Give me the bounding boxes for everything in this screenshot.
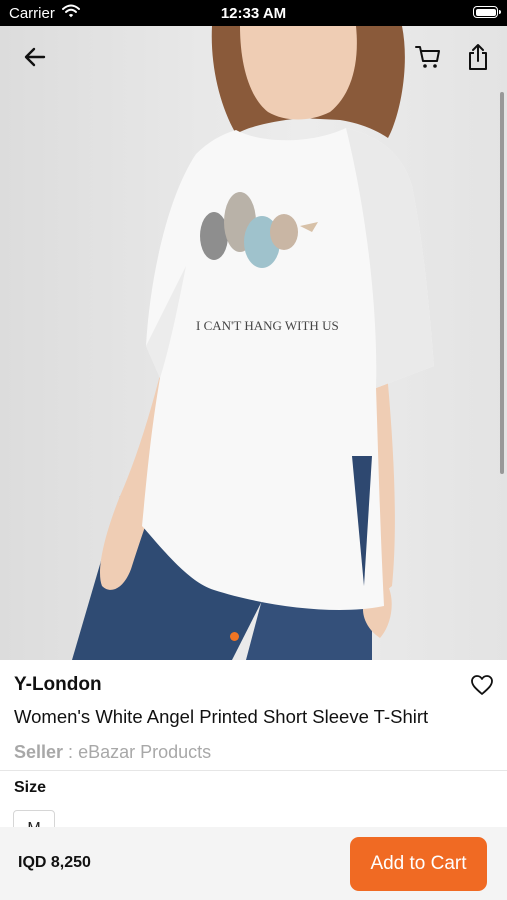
clock: 12:33 AM xyxy=(220,5,287,22)
share-button[interactable] xyxy=(461,40,495,74)
product-image[interactable]: I CAN'T HANG WITH US xyxy=(0,26,507,660)
cart-icon xyxy=(415,46,440,68)
seller-info: Seller : eBazar Products xyxy=(14,742,211,763)
arrow-left-icon xyxy=(24,47,46,67)
product-photo: I CAN'T HANG WITH US xyxy=(72,26,434,660)
cart-button[interactable] xyxy=(411,40,445,74)
seller-separator: : xyxy=(63,742,79,762)
share-icon xyxy=(469,44,487,70)
brand-name: Y-London xyxy=(14,674,102,695)
heart-outline-icon xyxy=(471,675,493,695)
price-label: IQD 8,250 xyxy=(18,854,91,871)
svg-text:I CAN'T HANG WITH US: I CAN'T HANG WITH US xyxy=(196,318,339,333)
size-heading: Size xyxy=(14,779,47,796)
add-to-cart-button[interactable]: Add to Cart xyxy=(350,837,487,891)
gallery-page-dot[interactable] xyxy=(230,632,239,641)
scroll-indicator[interactable] xyxy=(500,92,504,474)
product-title: Women's White Angel Printed Short Sleeve… xyxy=(14,706,429,727)
bottom-bar: IQD 8,250 Add to Cart xyxy=(0,827,507,900)
seller-name[interactable]: eBazar Products xyxy=(78,742,211,762)
status-bar: Carrier 12:33 AM xyxy=(0,0,507,26)
seller-label: Seller xyxy=(14,742,64,762)
back-button[interactable] xyxy=(18,40,52,74)
top-nav xyxy=(0,26,507,88)
battery-icon xyxy=(473,6,501,18)
favorite-button[interactable] xyxy=(469,672,495,698)
divider xyxy=(0,770,507,771)
product-info: Y-London Women's White Angel Printed Sho… xyxy=(0,660,507,770)
